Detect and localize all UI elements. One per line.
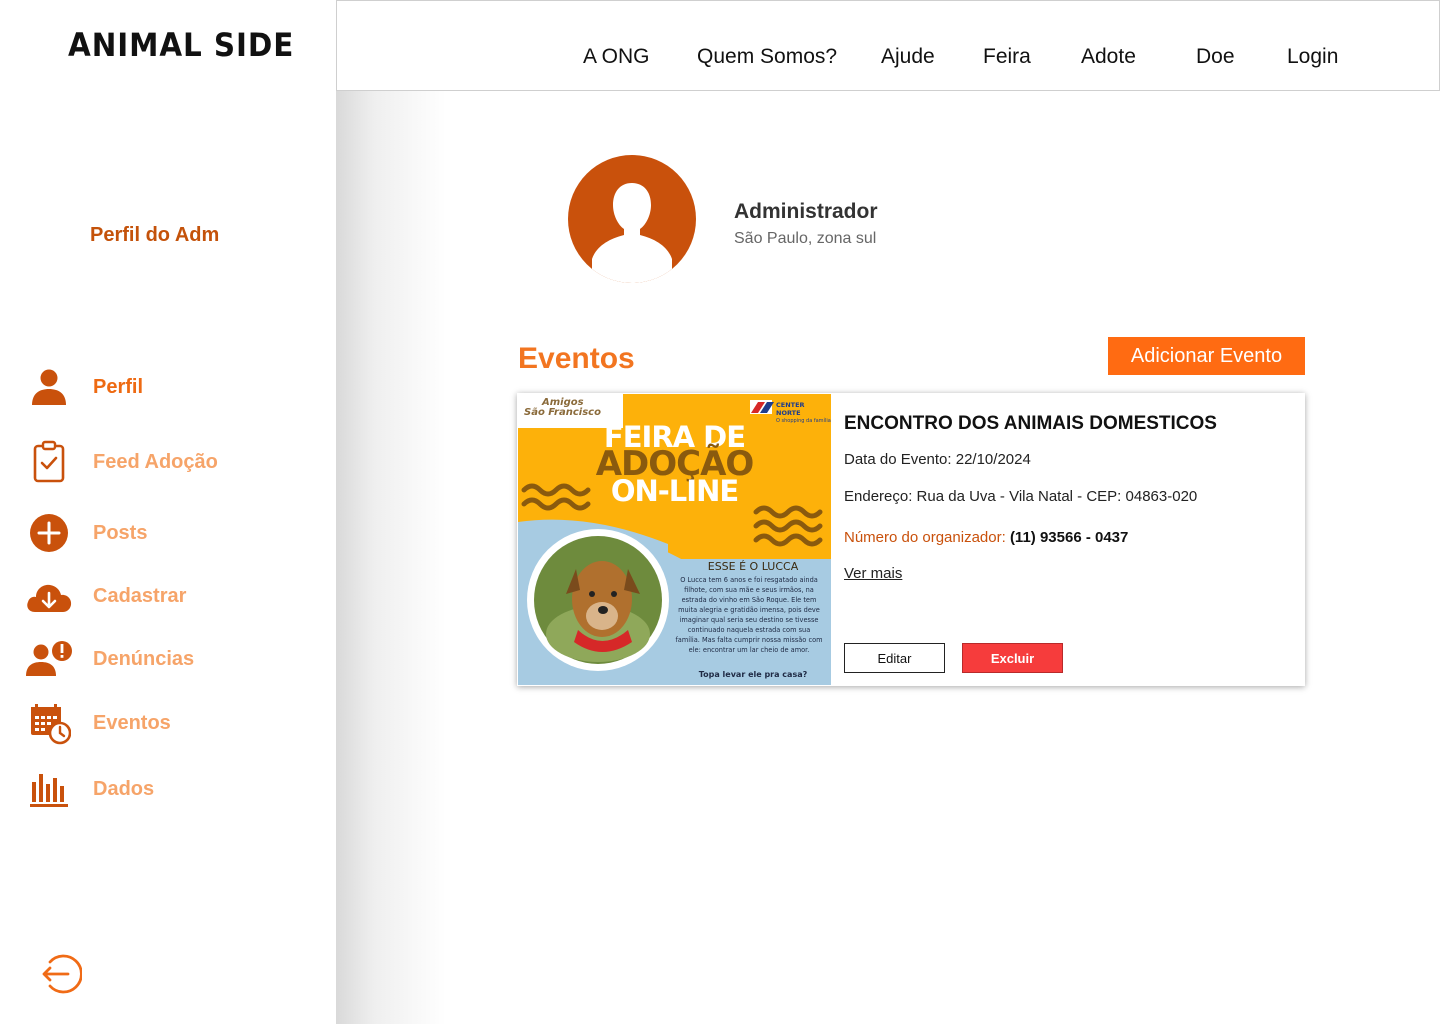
sidebar-item-perfil[interactable]: Perfil [24, 362, 336, 412]
brand-logo[interactable]: ANIMAL SIDE [68, 26, 294, 64]
nav-link-ajude[interactable]: Ajude [881, 45, 935, 69]
profile-location: São Paulo, zona sul [734, 230, 877, 247]
sidebar-item-feed-adocao[interactable]: Feed Adoção [24, 437, 336, 487]
bar-chart-icon [24, 764, 74, 814]
delete-event-button[interactable]: Excluir [962, 643, 1063, 673]
sidebar: ANIMAL SIDE Perfil do Adm Perfil Feed Ad… [0, 0, 336, 1024]
nav-link-doe[interactable]: Doe [1196, 45, 1235, 69]
calendar-clock-icon [24, 698, 74, 748]
poster-brand-right-name: CENTER NORTE [776, 401, 805, 417]
poster-headline-line3: ON-LINE [610, 474, 739, 508]
events-heading: Eventos [518, 342, 635, 375]
event-organizer: Número do organizador: (11) 93566 - 0437 [844, 529, 1128, 546]
user-icon [24, 362, 74, 412]
organizer-label: Número do organizador: [844, 529, 1006, 546]
user-silhouette-icon [592, 183, 672, 283]
sidebar-item-posts[interactable]: Posts [24, 508, 336, 558]
logout-button[interactable] [38, 952, 83, 996]
sidebar-item-label: Posts [93, 521, 148, 544]
logout-icon [42, 954, 83, 994]
event-poster-image[interactable]: Amigos São Francisco CENTER NORTE O shop… [518, 394, 831, 685]
nav-link-adote[interactable]: Adote [1081, 45, 1136, 69]
avatar[interactable] [568, 155, 696, 283]
profile-name: Administrador [734, 200, 878, 223]
sidebar-item-label: Eventos [93, 711, 171, 734]
poster-brand-right: CENTER NORTE O shopping da família [776, 401, 831, 425]
plus-circle-icon [24, 508, 74, 558]
sidebar-shadow [336, 0, 446, 1024]
sidebar-item-label: Dados [93, 777, 155, 800]
poster-brand-left-line2: São Francisco [524, 407, 601, 418]
sidebar-item-cadastrar[interactable]: Cadastrar [24, 571, 336, 621]
sidebar-item-label: Feed Adoção [93, 450, 218, 473]
nav-link-a-ong[interactable]: A ONG [583, 45, 650, 69]
clipboard-check-icon [24, 437, 74, 487]
sidebar-item-label: Denúncias [93, 647, 195, 670]
sidebar-item-eventos[interactable]: Eventos [24, 698, 336, 748]
sidebar-item-label: Perfil [93, 375, 144, 398]
event-date: Data do Evento: 22/10/2024 [844, 451, 1031, 468]
poster-brand-left: Amigos São Francisco [524, 398, 601, 418]
poster-cta: Topa levar ele pra casa? [698, 670, 808, 679]
event-title: ENCONTRO DOS ANIMAIS DOMESTICOS [844, 413, 1217, 434]
poster-headline: FEIRA DE ADOÇÃO ON-LINE [518, 423, 831, 508]
sidebar-item-label: Cadastrar [93, 584, 187, 607]
poster-subhead: ESSE É O LUCCA [707, 560, 799, 573]
top-navigation: A ONG Quem Somos? Ajude Feira Adote Doe … [336, 0, 1440, 91]
cloud-download-icon [24, 571, 74, 621]
event-card: Amigos São Francisco CENTER NORTE O shop… [517, 393, 1305, 686]
nav-link-quem-somos[interactable]: Quem Somos? [697, 45, 837, 69]
see-more-link[interactable]: Ver mais [844, 565, 902, 582]
sidebar-item-denuncias[interactable]: Denúncias [24, 634, 336, 684]
event-address: Endereço: Rua da Uva - Vila Natal - CEP:… [844, 488, 1198, 505]
poster-body: O Lucca tem 6 anos e foi resgatado ainda… [675, 576, 823, 654]
app-root: ANIMAL SIDE Perfil do Adm Perfil Feed Ad… [0, 0, 1440, 1024]
organizer-phone: (11) 93566 - 0437 [1009, 529, 1129, 546]
add-event-button[interactable]: Adicionar Evento [1108, 337, 1305, 375]
sidebar-title: Perfil do Adm [90, 224, 220, 246]
nav-link-feira[interactable]: Feira [983, 45, 1031, 69]
user-alert-icon [24, 634, 74, 684]
nav-link-login[interactable]: Login [1287, 45, 1338, 69]
sidebar-item-dados[interactable]: Dados [24, 764, 336, 814]
edit-event-button[interactable]: Editar [844, 643, 945, 673]
